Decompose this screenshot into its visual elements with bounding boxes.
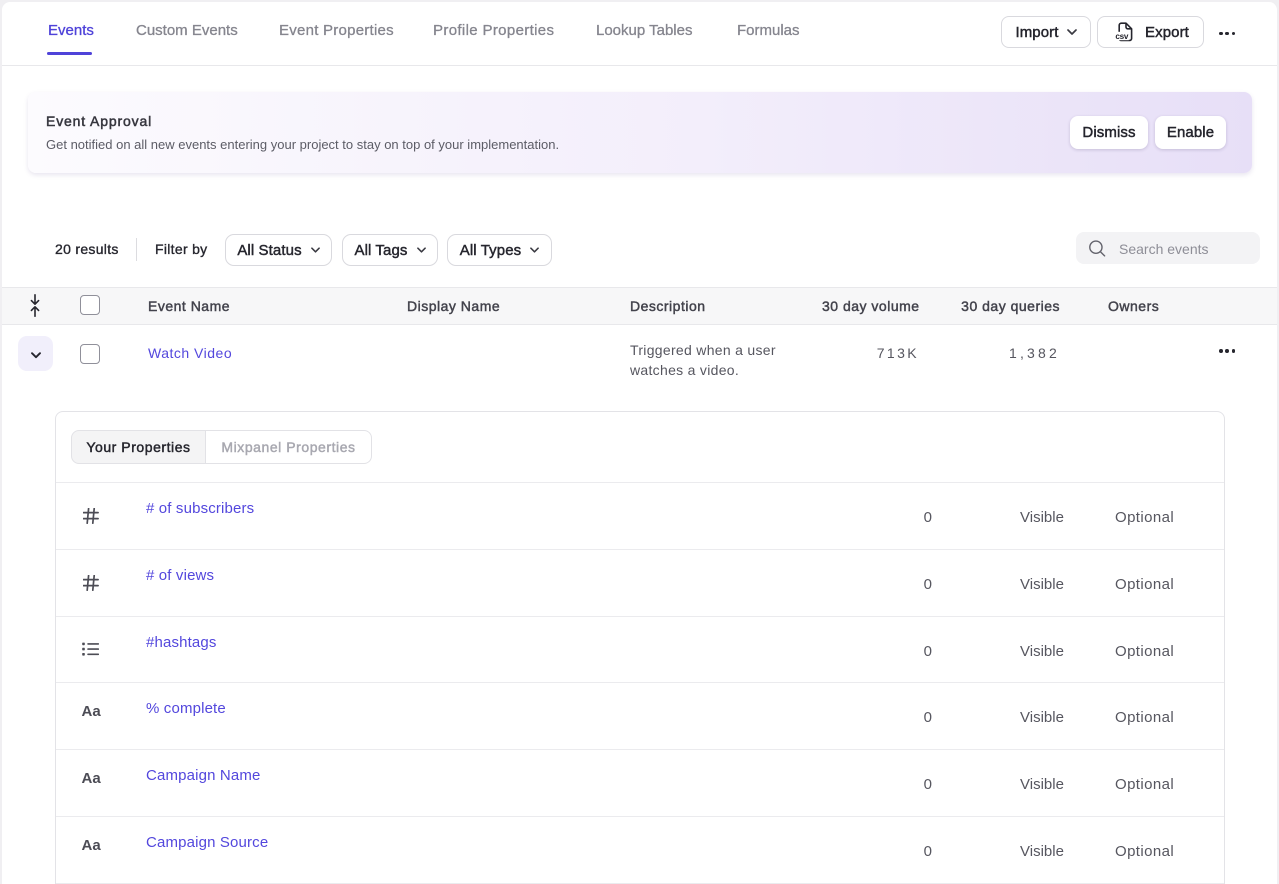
svg-text:csv: csv — [1115, 32, 1129, 41]
